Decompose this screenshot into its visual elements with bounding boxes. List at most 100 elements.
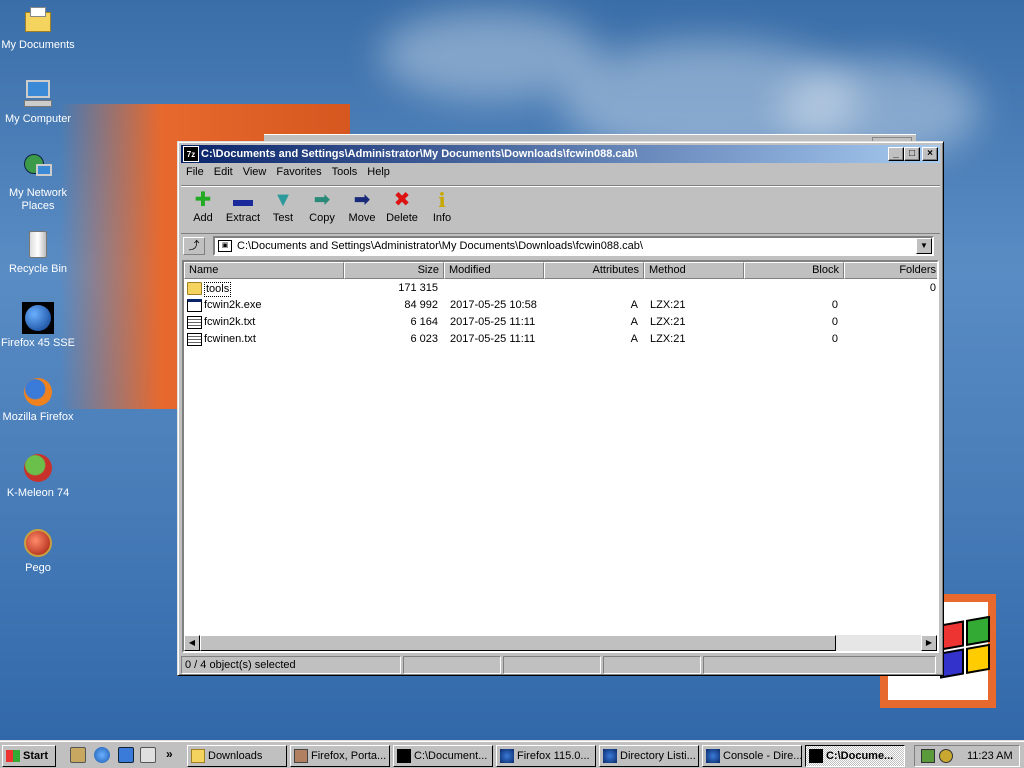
desktop-icon-k-meleon[interactable]: K-Meleon 74	[0, 452, 76, 500]
start-button[interactable]: Start	[2, 745, 56, 767]
task-firefox-portable[interactable]: Firefox, Porta...	[290, 745, 390, 767]
network-icon	[22, 152, 54, 184]
desktop-icon-mozilla-firefox[interactable]: Mozilla Firefox	[0, 376, 76, 424]
desktop-icon-label: Pego	[25, 562, 51, 574]
menu-edit[interactable]: Edit	[209, 164, 238, 180]
task-label: Console - Dire...	[723, 750, 802, 762]
task-current-archive[interactable]: C:\Docume...	[805, 745, 905, 767]
folder-icon	[187, 282, 202, 295]
task-label: Firefox, Porta...	[311, 750, 387, 762]
task-downloads[interactable]: Downloads	[187, 745, 287, 767]
delete-label: Delete	[386, 212, 418, 224]
minimize-button[interactable]: _	[888, 147, 904, 161]
extract-label: Extract	[225, 212, 261, 224]
address-input[interactable]: ▣ C:\Documents and Settings\Administrato…	[213, 236, 934, 256]
column-header-block[interactable]: Block	[744, 262, 844, 279]
minus-icon: ▬	[233, 189, 253, 211]
file-list[interactable]: Name Size Modified Attributes Method Blo…	[182, 260, 939, 653]
desktop-icon-firefox-45-sse[interactable]: Firefox 45 SSE	[0, 302, 76, 350]
extract-button[interactable]: ▬ Extract	[221, 188, 265, 224]
file-manager-window: 7z C:\Documents and Settings\Administrat…	[177, 141, 944, 676]
file-size: 6 164	[410, 316, 438, 328]
task-documents-window[interactable]: C:\Document...	[393, 745, 493, 767]
desktop-icon-label: My Documents	[1, 39, 75, 51]
network-tray-icon[interactable]	[921, 749, 935, 763]
table-row[interactable]: fcwin2k.exe 84 992 2017-05-25 10:58 A LZ…	[184, 297, 937, 314]
maximize-button[interactable]: □	[904, 147, 920, 161]
show-desktop-icon[interactable]	[70, 747, 86, 763]
quick-launch-more-button[interactable]: »	[166, 747, 173, 761]
move-button[interactable]: ➡ Move	[342, 188, 382, 224]
test-button[interactable]: ▼ Test	[263, 188, 303, 224]
text-file-icon	[187, 316, 202, 329]
column-headers: Name Size Modified Attributes Method Blo…	[184, 262, 937, 279]
desktop-icon-pego[interactable]: Pego	[0, 527, 76, 575]
desktop-icon-my-documents[interactable]: My Documents	[0, 4, 76, 52]
column-header-modified[interactable]: Modified	[444, 262, 544, 279]
add-button[interactable]: ✚ Add	[183, 188, 223, 224]
volume-tray-icon[interactable]	[939, 749, 953, 763]
app-7zip-icon: 7z	[183, 146, 199, 162]
table-row[interactable]: fcwin2k.txt 6 164 2017-05-25 11:11 A LZX…	[184, 314, 937, 331]
system-tray: 11:23 AM	[914, 745, 1020, 767]
desktop-icon-my-network-places[interactable]: My Network Places	[0, 152, 76, 213]
table-row[interactable]: tools 171 315 0	[184, 280, 937, 297]
column-header-method[interactable]: Method	[644, 262, 744, 279]
file-size: 171 315	[398, 282, 438, 294]
up-folder-button[interactable]: ⤴	[183, 237, 205, 255]
column-header-attributes[interactable]: Attributes	[544, 262, 644, 279]
file-method: LZX:21	[650, 299, 686, 311]
clock[interactable]: 11:23 AM	[967, 746, 1013, 766]
search-icon[interactable]	[140, 747, 156, 763]
task-label: C:\Docume...	[826, 750, 894, 762]
address-dropdown-button[interactable]: ▼	[916, 238, 932, 254]
file-folders: 0	[929, 282, 936, 294]
column-header-name[interactable]: Name	[184, 262, 344, 279]
copy-button[interactable]: ➡ Copy	[302, 188, 342, 224]
file-attributes: A	[630, 316, 638, 328]
menu-help[interactable]: Help	[362, 164, 395, 180]
close-button[interactable]: ×	[922, 147, 938, 161]
file-block: 0	[831, 316, 838, 328]
menu-tools[interactable]: Tools	[327, 164, 363, 180]
recycle-bin-icon	[22, 228, 54, 260]
file-name: tools	[204, 282, 232, 297]
desktop-icon-label: Recycle Bin	[8, 263, 68, 275]
menu-file[interactable]: File	[181, 164, 209, 180]
plus-icon: ✚	[194, 189, 212, 211]
outlook-express-icon[interactable]	[118, 747, 134, 763]
task-console[interactable]: Console - Dire...	[702, 745, 802, 767]
menu-favorites[interactable]: Favorites	[271, 164, 326, 180]
internet-explorer-icon[interactable]	[94, 747, 110, 763]
scroll-right-button[interactable]: ▶	[921, 635, 937, 651]
status-panel	[403, 656, 501, 674]
file-block: 0	[831, 333, 838, 345]
scroll-left-button[interactable]: ◀	[184, 635, 200, 651]
arrow-right-icon: ➡	[353, 189, 371, 211]
file-block: 0	[831, 299, 838, 311]
column-header-folders[interactable]: Folders	[844, 262, 937, 279]
background-cloud	[380, 10, 600, 100]
address-text: C:\Documents and Settings\Administrator\…	[237, 240, 643, 252]
info-button[interactable]: i Info	[422, 188, 462, 224]
desktop-icon-my-computer[interactable]: My Computer	[0, 78, 76, 126]
horizontal-scrollbar[interactable]: ◀ ▶	[184, 635, 937, 651]
delete-button[interactable]: ✖ Delete	[382, 188, 422, 224]
column-header-size[interactable]: Size	[344, 262, 444, 279]
file-size: 84 992	[404, 299, 438, 311]
task-firefox-115[interactable]: Firefox 115.0...	[496, 745, 596, 767]
task-label: Firefox 115.0...	[517, 750, 590, 762]
desktop-icon-recycle-bin[interactable]: Recycle Bin	[0, 228, 76, 276]
scroll-thumb[interactable]	[200, 635, 836, 651]
task-directory-listing[interactable]: Directory Listi...	[599, 745, 699, 767]
file-attributes: A	[630, 299, 638, 311]
computer-icon	[22, 78, 54, 110]
move-label: Move	[348, 212, 376, 224]
window-titlebar[interactable]: 7z C:\Documents and Settings\Administrat…	[181, 145, 940, 163]
status-selection: 0 / 4 object(s) selected	[181, 656, 401, 674]
firefox-sse-icon	[22, 302, 54, 334]
firefox-icon	[603, 749, 617, 763]
table-row[interactable]: fcwinen.txt 6 023 2017-05-25 11:11 A LZX…	[184, 331, 937, 348]
menu-view[interactable]: View	[238, 164, 272, 180]
address-bar: ⤴ ▣ C:\Documents and Settings\Administra…	[181, 233, 940, 257]
